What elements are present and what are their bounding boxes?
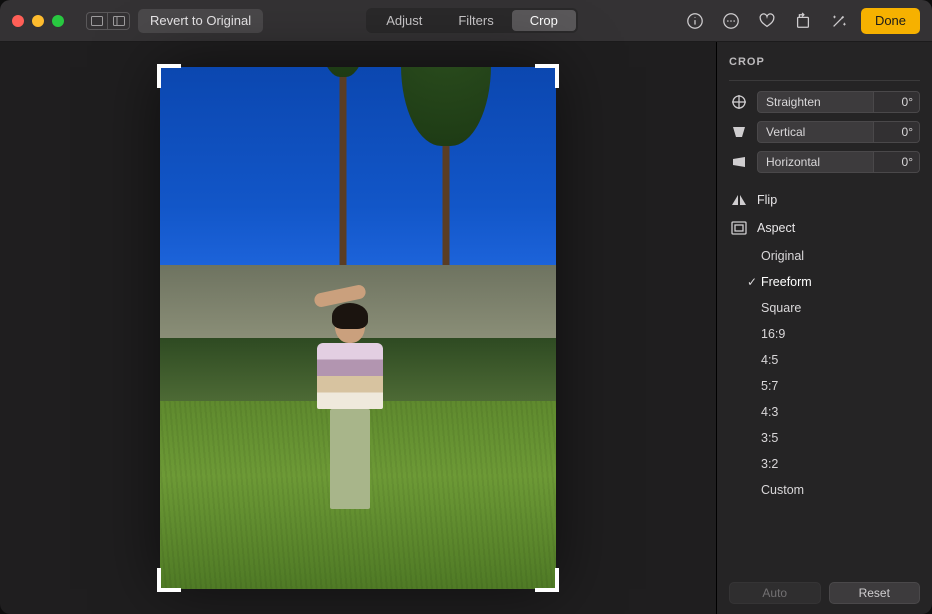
crop-handle-top-right[interactable] — [535, 64, 559, 88]
rotate-button[interactable] — [789, 7, 817, 35]
horizontal-perspective-icon — [729, 153, 749, 171]
aspect-option-label: Square — [761, 301, 801, 315]
canvas-area — [0, 42, 716, 614]
aspect-option-label: 3:2 — [761, 457, 778, 471]
photo-preview — [160, 67, 556, 589]
aspect-option-label: 4:5 — [761, 353, 778, 367]
auto-button[interactable]: Auto — [729, 582, 821, 604]
divider — [729, 80, 920, 81]
vertical-control: Vertical 0° — [729, 121, 920, 143]
editor-body: CROP Straighten 0° Vertical 0° — [0, 42, 932, 614]
aspect-option-label: Original — [761, 249, 804, 263]
horizontal-label: Horizontal — [758, 155, 873, 169]
minimize-window-button[interactable] — [32, 15, 44, 27]
hide-thumbnails-button[interactable] — [86, 12, 108, 30]
done-button[interactable]: Done — [861, 8, 920, 34]
aspect-option-label: 16:9 — [761, 327, 785, 341]
flip-label: Flip — [757, 193, 777, 207]
aspect-option-4-3[interactable]: 4:3 — [733, 399, 920, 425]
tab-adjust[interactable]: Adjust — [368, 10, 440, 31]
toolbar: Revert to Original Adjust Filters Crop D… — [0, 0, 932, 42]
tab-crop[interactable]: Crop — [512, 10, 576, 31]
horizontal-field[interactable]: Horizontal 0° — [757, 151, 920, 173]
horizontal-control: Horizontal 0° — [729, 151, 920, 173]
info-button[interactable] — [681, 7, 709, 35]
aspect-option-freeform[interactable]: ✓Freeform — [733, 269, 920, 295]
zoom-window-button[interactable] — [52, 15, 64, 27]
crop-frame[interactable] — [160, 67, 556, 589]
auto-enhance-button[interactable] — [825, 7, 853, 35]
close-window-button[interactable] — [12, 15, 24, 27]
checkmark-icon: ✓ — [743, 275, 761, 289]
photo-subject-person — [310, 307, 390, 517]
straighten-control: Straighten 0° — [729, 91, 920, 113]
sidebar-view-toggle — [86, 12, 130, 30]
aspect-option-5-7[interactable]: 5:7 — [733, 373, 920, 399]
aspect-option-4-5[interactable]: 4:5 — [733, 347, 920, 373]
vertical-label: Vertical — [758, 125, 873, 139]
straighten-label: Straighten — [758, 95, 873, 109]
vertical-value: 0° — [873, 122, 919, 142]
aspect-option-3-5[interactable]: 3:5 — [733, 425, 920, 451]
favorite-button[interactable] — [753, 7, 781, 35]
aspect-option-16-9[interactable]: 16:9 — [733, 321, 920, 347]
vertical-perspective-icon — [729, 123, 749, 141]
aspect-label: Aspect — [757, 221, 795, 235]
aspect-option-label: 3:5 — [761, 431, 778, 445]
revert-to-original-button[interactable]: Revert to Original — [138, 9, 263, 33]
aspect-option-custom[interactable]: Custom — [733, 477, 920, 503]
aspect-option-label: Custom — [761, 483, 804, 497]
inspector-title: CROP — [729, 56, 920, 68]
crop-inspector: CROP Straighten 0° Vertical 0° — [716, 42, 932, 614]
crop-handle-bottom-left[interactable] — [157, 568, 181, 592]
straighten-icon — [729, 93, 749, 111]
tab-filters[interactable]: Filters — [440, 10, 511, 31]
horizontal-value: 0° — [873, 152, 919, 172]
aspect-icon — [729, 219, 749, 237]
straighten-field[interactable]: Straighten 0° — [757, 91, 920, 113]
crop-handle-top-left[interactable] — [157, 64, 181, 88]
aspect-option-label: 4:3 — [761, 405, 778, 419]
more-button[interactable] — [717, 7, 745, 35]
show-thumbnails-button[interactable] — [108, 12, 130, 30]
photos-edit-window: Revert to Original Adjust Filters Crop D… — [0, 0, 932, 614]
inspector-footer: Auto Reset — [729, 582, 920, 604]
straighten-value: 0° — [873, 92, 919, 112]
aspect-option-square[interactable]: Square — [733, 295, 920, 321]
aspect-option-3-2[interactable]: 3:2 — [733, 451, 920, 477]
aspect-option-label: Freeform — [761, 275, 812, 289]
flip-icon — [729, 191, 749, 209]
vertical-field[interactable]: Vertical 0° — [757, 121, 920, 143]
aspect-ratio-list: Original✓FreeformSquare16:94:55:74:33:53… — [733, 243, 920, 503]
aspect-option-original[interactable]: Original — [733, 243, 920, 269]
crop-handle-bottom-right[interactable] — [535, 568, 559, 592]
aspect-section-header[interactable]: Aspect — [729, 219, 920, 237]
edit-mode-segmented-control: Adjust Filters Crop — [366, 8, 578, 33]
reset-button[interactable]: Reset — [829, 582, 921, 604]
flip-button[interactable]: Flip — [729, 191, 920, 209]
window-controls — [12, 15, 64, 27]
aspect-option-label: 5:7 — [761, 379, 778, 393]
